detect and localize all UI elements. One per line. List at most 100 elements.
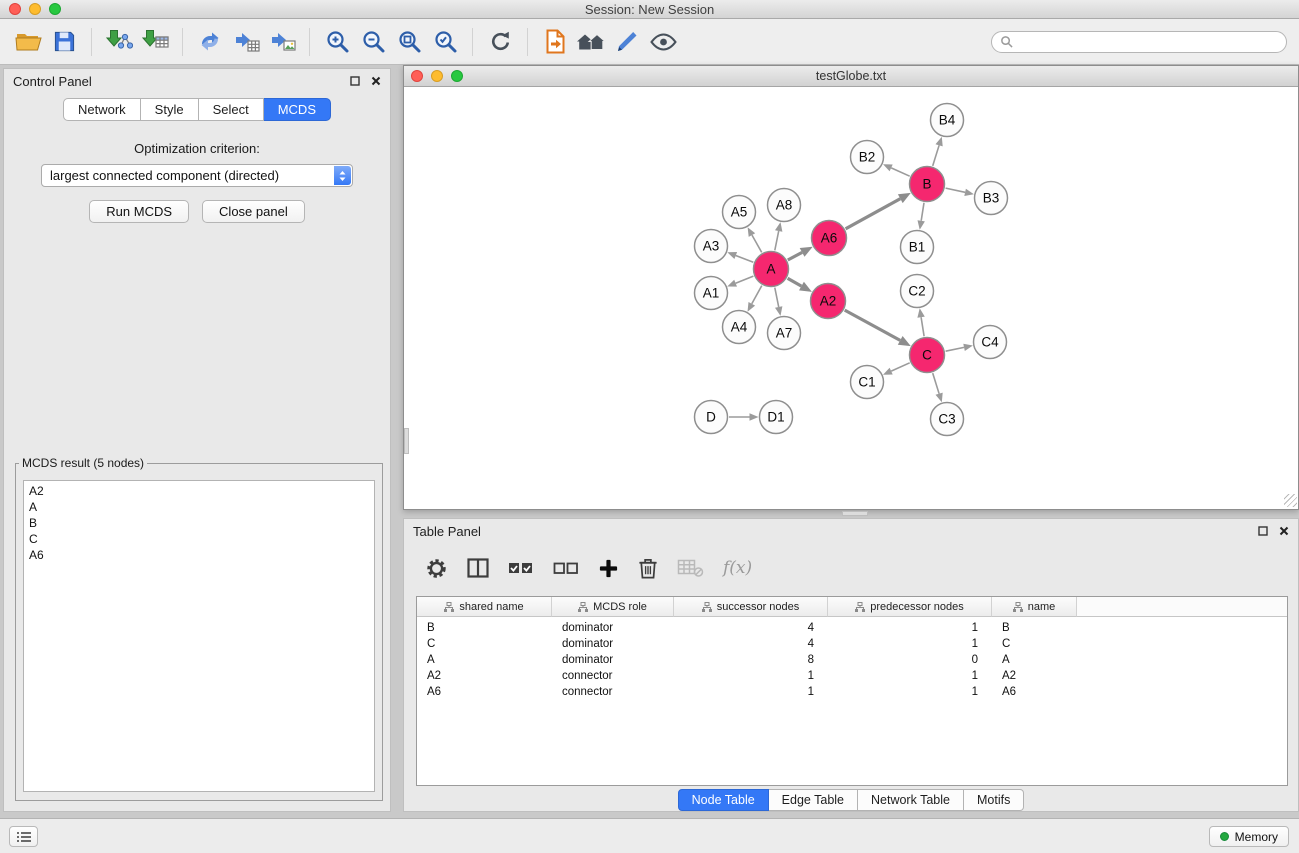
search-input[interactable] — [1018, 35, 1278, 49]
result-item[interactable]: A6 — [29, 547, 369, 563]
column-header-shared-name[interactable]: shared name — [417, 597, 552, 617]
edge-A-A2[interactable] — [788, 278, 802, 286]
column-header-name[interactable]: name — [992, 597, 1077, 617]
edge-A-A1[interactable] — [736, 276, 754, 283]
close-panel-icon[interactable] — [371, 76, 381, 86]
node-B2[interactable]: B2 — [851, 141, 884, 174]
splitter-handle-vertical[interactable] — [404, 428, 409, 454]
open-session-button[interactable] — [10, 24, 46, 60]
column-header-successor-nodes[interactable]: successor nodes — [674, 597, 828, 617]
node-A[interactable]: A — [754, 252, 789, 287]
tab-style[interactable]: Style — [141, 98, 199, 121]
close-network-window-button[interactable] — [411, 70, 423, 82]
export-table-button[interactable] — [228, 24, 264, 60]
close-table-panel-icon[interactable] — [1279, 526, 1289, 536]
minimize-network-window-button[interactable] — [431, 70, 443, 82]
zoom-out-button[interactable] — [355, 24, 391, 60]
table-row[interactable]: Cdominator41C — [417, 636, 1287, 652]
import-public-database-button[interactable] — [537, 24, 573, 60]
result-item[interactable]: A2 — [29, 483, 369, 499]
export-network-button[interactable] — [192, 24, 228, 60]
edge-A6-B[interactable] — [846, 199, 901, 229]
edge-A2-C[interactable] — [845, 310, 901, 340]
import-network-button[interactable] — [101, 24, 137, 60]
node-A6[interactable]: A6 — [812, 221, 847, 256]
tab-node-table[interactable]: Node Table — [678, 789, 769, 811]
tab-network-table[interactable]: Network Table — [858, 789, 964, 811]
zoom-selected-button[interactable] — [427, 24, 463, 60]
splitter-handle-horizontal[interactable] — [842, 511, 868, 516]
column-header-predecessor-nodes[interactable]: predecessor nodes — [828, 597, 992, 617]
close-panel-button[interactable]: Close panel — [202, 200, 305, 223]
result-item[interactable]: B — [29, 515, 369, 531]
minimize-window-button[interactable] — [29, 3, 41, 15]
close-window-button[interactable] — [9, 3, 21, 15]
table-row[interactable]: Bdominator41B — [417, 620, 1287, 636]
node-C[interactable]: C — [910, 338, 945, 373]
home-button[interactable] — [573, 24, 609, 60]
select-all-button[interactable] — [508, 559, 534, 577]
node-A5[interactable]: A5 — [723, 196, 756, 229]
node-A8[interactable]: A8 — [768, 189, 801, 222]
show-columns-button[interactable] — [467, 558, 489, 578]
node-A7[interactable]: A7 — [768, 317, 801, 350]
task-history-button[interactable] — [9, 826, 38, 847]
node-D[interactable]: D — [695, 401, 728, 434]
edge-A-A6[interactable] — [788, 252, 802, 260]
edge-C-C2[interactable] — [921, 317, 924, 336]
delete-button[interactable] — [638, 557, 658, 580]
edge-B-B4[interactable] — [933, 145, 939, 166]
node-A2[interactable]: A2 — [811, 284, 846, 319]
export-image-button[interactable] — [264, 24, 300, 60]
table-row[interactable]: A6connector11A6 — [417, 684, 1287, 700]
node-B4[interactable]: B4 — [931, 104, 964, 137]
node-B1[interactable]: B1 — [901, 231, 934, 264]
edge-B-B3[interactable] — [946, 188, 966, 192]
show-graphics-details-button[interactable] — [645, 24, 681, 60]
zoom-in-button[interactable] — [319, 24, 355, 60]
edge-B-B2[interactable] — [891, 168, 910, 176]
add-button[interactable] — [598, 558, 619, 579]
zoom-window-button[interactable] — [49, 3, 61, 15]
import-table-button[interactable] — [137, 24, 173, 60]
node-A1[interactable]: A1 — [695, 277, 728, 310]
tab-edge-table[interactable]: Edge Table — [769, 789, 858, 811]
node-C4[interactable]: C4 — [974, 326, 1007, 359]
node-C1[interactable]: C1 — [851, 366, 884, 399]
edge-C-C4[interactable] — [946, 347, 964, 351]
node-C3[interactable]: C3 — [931, 403, 964, 436]
network-canvas[interactable]: A A1 A2 A3 A4 A5 A6 A7 A8 B B1 B2 B3 B4 C C1 C2 C3 C4 D D1 — [404, 87, 1298, 508]
zoom-fit-button[interactable] — [391, 24, 427, 60]
tab-network[interactable]: Network — [63, 98, 141, 121]
unselect-all-button[interactable] — [553, 559, 579, 577]
tab-mcds[interactable]: MCDS — [264, 98, 331, 121]
node-A4[interactable]: A4 — [723, 311, 756, 344]
tab-select[interactable]: Select — [199, 98, 264, 121]
edge-A-A5[interactable] — [752, 235, 762, 252]
table-row[interactable]: A2connector11A2 — [417, 668, 1287, 684]
edge-A-A4[interactable] — [752, 286, 762, 304]
memory-button[interactable]: Memory — [1209, 826, 1289, 847]
save-session-button[interactable] — [46, 24, 82, 60]
result-item[interactable]: A — [29, 499, 369, 515]
search-box[interactable] — [991, 31, 1287, 53]
float-table-panel-icon[interactable] — [1258, 526, 1268, 536]
tab-motifs[interactable]: Motifs — [964, 789, 1024, 811]
edge-C-C3[interactable] — [933, 373, 939, 394]
edge-A-A7[interactable] — [775, 288, 779, 307]
edge-A-A3[interactable] — [736, 256, 754, 263]
pen-button[interactable] — [609, 24, 645, 60]
table-settings-button[interactable] — [425, 557, 448, 580]
apply-layout-button[interactable] — [482, 24, 518, 60]
node-A3[interactable]: A3 — [695, 230, 728, 263]
node-D1[interactable]: D1 — [760, 401, 793, 434]
node-C2[interactable]: C2 — [901, 275, 934, 308]
edge-B-B1[interactable] — [921, 203, 924, 221]
node-B3[interactable]: B3 — [975, 182, 1008, 215]
optimization-dropdown[interactable]: largest connected component (directed) — [41, 164, 353, 187]
node-B[interactable]: B — [910, 167, 945, 202]
resize-grip[interactable] — [1284, 494, 1297, 507]
edge-A-A8[interactable] — [775, 231, 779, 250]
float-panel-icon[interactable] — [350, 76, 360, 86]
run-mcds-button[interactable]: Run MCDS — [89, 200, 189, 223]
